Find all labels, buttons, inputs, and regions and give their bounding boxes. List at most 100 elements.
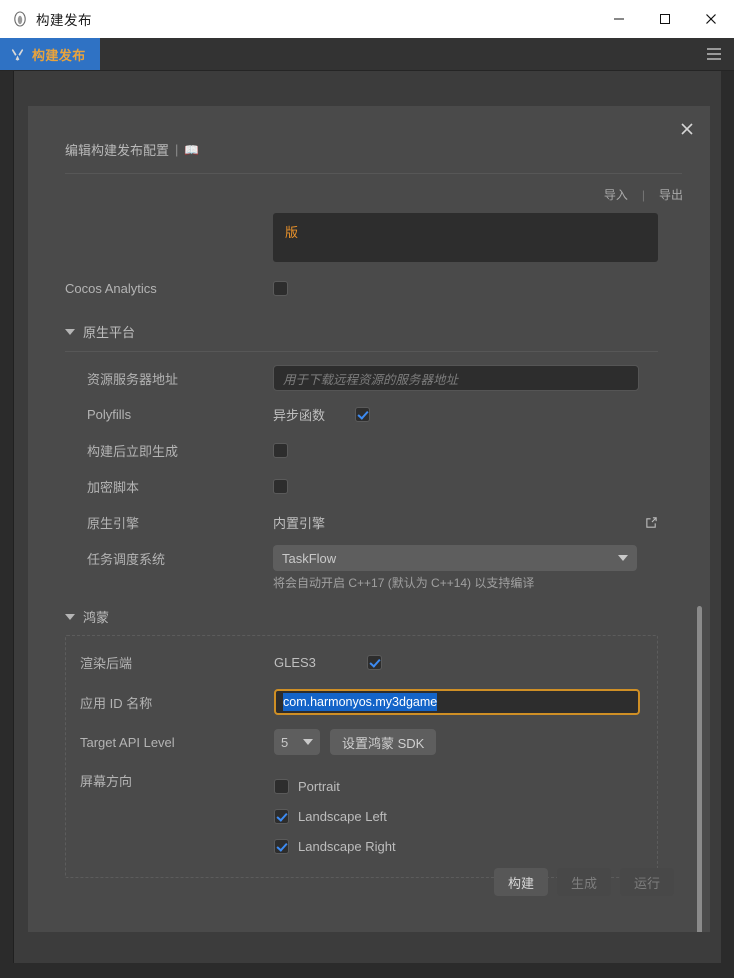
orientation-option-portrait[interactable]: Portrait — [274, 771, 396, 801]
app-id-label: 应用 ID 名称 — [80, 695, 153, 711]
cocos-analytics-label: Cocos Analytics — [65, 280, 157, 296]
generate-button[interactable]: 生成 — [557, 868, 611, 896]
render-backend-option-label: GLES3 — [274, 654, 316, 670]
row-encrypt-script: 加密脚本 — [65, 468, 658, 504]
cocos-analytics-checkbox[interactable] — [273, 280, 288, 296]
row-task-system: 任务调度系统 TaskFlow — [65, 540, 658, 576]
resource-server-field: 用于下载远程资源的服务器地址 — [273, 365, 658, 391]
dialog-footer: 构建 生成 运行 — [494, 868, 674, 896]
section-body-harmony: 渲染后端 GLES3 应用 ID 名称 com.harmonyos.my3dga… — [65, 635, 658, 878]
render-backend-label: 渲染后端 — [80, 655, 133, 671]
section-header-harmony[interactable]: 鸿蒙 — [65, 607, 658, 626]
cocos-logo-icon — [12, 11, 28, 27]
hamburger-menu-icon[interactable] — [694, 38, 734, 70]
landscape-right-checkbox[interactable] — [274, 838, 289, 854]
api-level-value: 5 — [281, 734, 289, 750]
row-render-backend: 渲染后端 GLES3 — [80, 642, 643, 682]
orientation-option-landscape-left[interactable]: Landscape Left — [274, 801, 396, 831]
resource-server-label: 资源服务器地址 — [87, 371, 179, 387]
render-backend-field: GLES3 — [274, 654, 643, 670]
row-app-id: 应用 ID 名称 com.harmonyos.my3dgame — [80, 682, 643, 722]
export-link[interactable]: 导出 — [659, 186, 683, 203]
app-id-field: com.harmonyos.my3dgame — [274, 689, 643, 715]
orientation-option-landscape-right[interactable]: Landscape Right — [274, 831, 396, 861]
dialog-title: 编辑构建发布配置 — [65, 143, 170, 158]
cocos-analytics-field — [273, 280, 658, 296]
row-orientation: 屏幕方向 Portrait Landscape Left Landscape R… — [80, 762, 643, 867]
api-level-select[interactable]: 5 — [274, 729, 320, 755]
portrait-checkbox[interactable] — [274, 778, 289, 794]
resource-server-input[interactable]: 用于下载远程资源的服务器地址 — [273, 365, 639, 391]
dialog-close-icon[interactable] — [674, 116, 700, 142]
native-engine-label: 原生引擎 — [87, 515, 140, 531]
api-level-field: 5 设置鸿蒙 SDK — [274, 729, 643, 755]
task-system-field: TaskFlow — [273, 545, 658, 571]
native-engine-value: 内置引擎 — [273, 515, 326, 531]
external-edit-icon[interactable] — [645, 516, 658, 529]
chevron-down-icon — [618, 555, 628, 561]
native-engine-field: 内置引擎 — [273, 513, 658, 532]
app-id-input[interactable]: com.harmonyos.my3dgame — [274, 689, 640, 715]
row-api-level: Target API Level 5 设置鸿蒙 SDK — [80, 722, 643, 762]
tab-build-publish[interactable]: 构建发布 — [0, 38, 100, 70]
row-cocos-analytics: Cocos Analytics — [65, 270, 658, 306]
dialog-header: 编辑构建发布配置 | 📖 — [28, 106, 710, 159]
build-button[interactable]: 构建 — [494, 868, 548, 896]
chevron-down-icon — [65, 613, 75, 620]
render-backend-gles3-checkbox[interactable] — [366, 654, 382, 670]
window-title-bar: 构建发布 — [0, 0, 734, 38]
dialog-scrollbar-thumb[interactable] — [697, 606, 702, 932]
right-rail — [721, 71, 734, 978]
section-header-native[interactable]: 原生平台 — [65, 322, 658, 341]
task-system-hint: 将会自动开启 C++17 (默认为 C++14) 以支持编译 — [273, 576, 535, 590]
landscape-left-label: Landscape Left — [298, 808, 387, 824]
title-separator: | — [175, 142, 179, 157]
build-publish-dialog: 编辑构建发布配置 | 📖 导入 | 导出 版 Cocos Analytics 原… — [28, 106, 710, 932]
workspace: 编辑构建发布配置 | 📖 导入 | 导出 版 Cocos Analytics 原… — [0, 71, 734, 978]
maximize-button[interactable] — [642, 0, 688, 38]
editor-tab-bar: 构建发布 — [0, 38, 734, 71]
minimize-button[interactable] — [596, 0, 642, 38]
landscape-right-label: Landscape Right — [298, 838, 396, 854]
polyfills-field: 异步函数 — [273, 405, 658, 424]
run-button[interactable]: 运行 — [620, 868, 674, 896]
row-build-after: 构建后立即生成 — [65, 432, 658, 468]
bottom-rail — [0, 963, 734, 978]
row-native-engine: 原生引擎 内置引擎 — [65, 504, 658, 540]
task-system-select[interactable]: TaskFlow — [273, 545, 637, 571]
build-after-field — [273, 442, 658, 458]
encrypt-script-label: 加密脚本 — [87, 479, 140, 495]
io-divider: | — [641, 187, 645, 202]
portrait-label: Portrait — [298, 778, 340, 794]
close-button[interactable] — [688, 0, 734, 38]
section-harmony-label: 鸿蒙 — [83, 610, 110, 625]
landscape-left-checkbox[interactable] — [274, 808, 289, 824]
config-form: Cocos Analytics 原生平台 资源服务器地址 用于下载远程资源的服务… — [28, 270, 710, 878]
tab-bar-spacer — [100, 38, 694, 70]
section-body-native: 资源服务器地址 用于下载远程资源的服务器地址 Polyfills 异步函数 构建… — [65, 351, 658, 591]
set-harmony-sdk-button[interactable]: 设置鸿蒙 SDK — [330, 729, 437, 755]
orientation-label: 屏幕方向 — [80, 774, 133, 789]
book-icon[interactable]: 📖 — [184, 143, 199, 157]
orientation-options: Portrait Landscape Left Landscape Right — [274, 771, 396, 861]
encrypt-script-checkbox[interactable] — [273, 478, 288, 494]
build-after-label: 构建后立即生成 — [87, 443, 179, 459]
import-export-row: 导入 | 导出 — [28, 174, 710, 203]
window-title: 构建发布 — [36, 13, 92, 28]
polyfills-option-label: 异步函数 — [273, 407, 326, 423]
app-id-value: com.harmonyos.my3dgame — [283, 693, 438, 711]
chevron-down-icon — [65, 328, 75, 335]
encrypt-script-field — [273, 478, 658, 494]
task-system-label: 任务调度系统 — [87, 551, 166, 567]
section-native-label: 原生平台 — [83, 325, 136, 340]
row-polyfills: Polyfills 异步函数 — [65, 396, 658, 432]
row-resource-server: 资源服务器地址 用于下载远程资源的服务器地址 — [65, 360, 658, 396]
window-controls — [596, 0, 734, 38]
polyfills-async-checkbox[interactable] — [355, 406, 371, 422]
build-after-checkbox[interactable] — [273, 442, 288, 458]
left-rail — [0, 71, 14, 978]
version-textarea[interactable]: 版 — [273, 213, 658, 262]
import-link[interactable]: 导入 — [604, 186, 628, 203]
polyfills-label: Polyfills — [87, 406, 132, 422]
api-level-label: Target API Level — [80, 734, 175, 750]
